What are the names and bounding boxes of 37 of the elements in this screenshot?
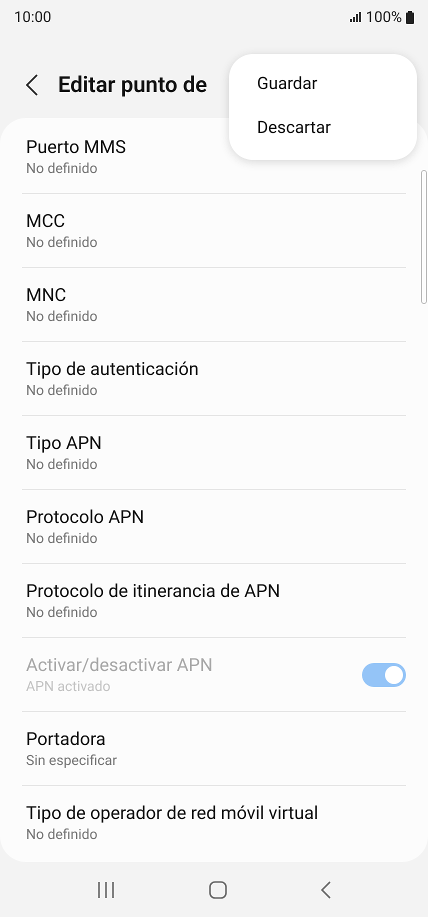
setting-value: No definido: [26, 456, 99, 474]
setting-title: Activar/desactivar APN: [26, 654, 213, 678]
setting-value: No definido: [26, 604, 99, 622]
setting-value: No definido: [26, 826, 99, 844]
setting-title: Protocolo APN: [26, 506, 144, 530]
setting-row[interactable]: Protocolo de itinerancia de APN No definido: [22, 564, 406, 638]
battery-icon: [406, 10, 414, 24]
setting-value: No definido: [26, 530, 99, 548]
setting-row[interactable]: Tipo de autenticación No definido: [22, 342, 406, 416]
setting-value: APN activado: [26, 678, 112, 696]
setting-title: Protocolo de itinerancia de APN: [26, 580, 280, 604]
back-icon[interactable]: [26, 74, 38, 96]
setting-row[interactable]: MCC No definido: [22, 194, 406, 268]
setting-row[interactable]: Portadora Sin especificar: [22, 712, 406, 786]
setting-value: No definido: [26, 234, 98, 252]
page-title: Editar punto de: [58, 72, 208, 100]
battery-percent: 100%: [366, 6, 402, 28]
setting-value: Sin especificar: [26, 752, 118, 770]
setting-title: Tipo de operador de red móvil virtual: [26, 802, 318, 826]
setting-title: MCC: [26, 210, 66, 234]
setting-title: Tipo de autenticación: [26, 358, 199, 382]
setting-value: No definido: [26, 382, 99, 400]
setting-value: No definido: [26, 160, 99, 178]
status-time: 10:00: [14, 6, 52, 28]
setting-row[interactable]: Tipo de operador de red móvil virtual No definido: [22, 786, 406, 860]
setting-row[interactable]: Protocolo APN No definido: [22, 490, 406, 564]
setting-value: No definido: [26, 308, 98, 326]
setting-title: MNC: [26, 284, 68, 308]
setting-title: Portadora: [26, 728, 107, 752]
signal-icon: [350, 12, 362, 22]
menu-item[interactable]: Guardar: [229, 63, 417, 107]
setting-row[interactable]: MNC No definido: [22, 268, 406, 342]
setting-row[interactable]: Tipo APN No definido: [22, 416, 406, 490]
setting-title: Tipo APN: [26, 432, 102, 456]
setting-title: Puerto MMS: [26, 136, 126, 160]
recent-apps-icon[interactable]: [97, 880, 115, 898]
home-icon[interactable]: [209, 880, 227, 898]
